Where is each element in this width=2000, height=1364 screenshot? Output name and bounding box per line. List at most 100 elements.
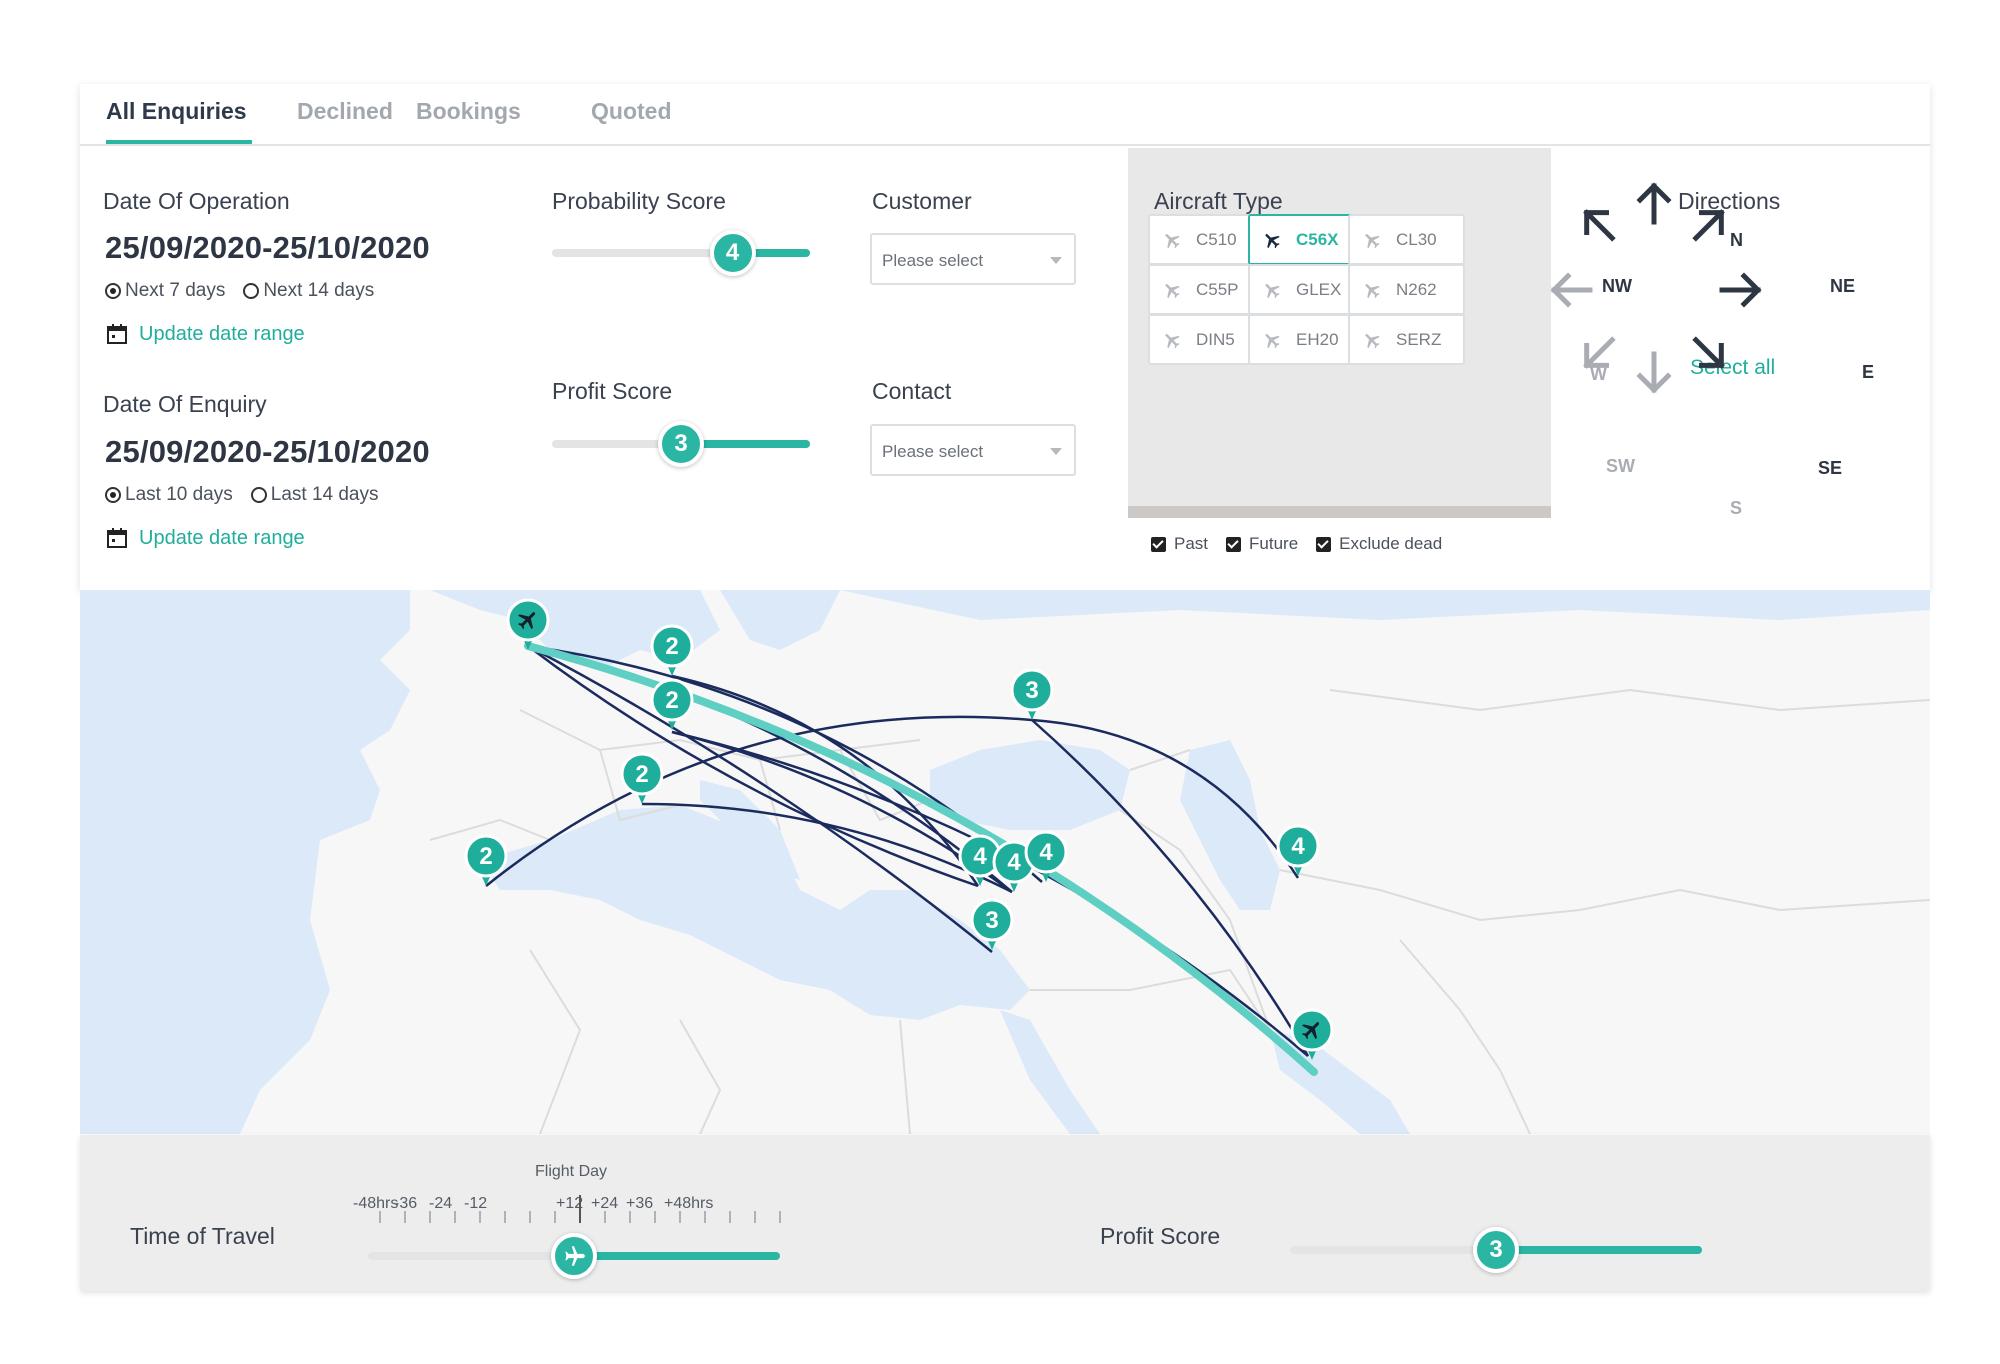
aircraft-panel-bar [1128,506,1551,518]
chevron-down-icon [1050,448,1062,455]
radio-next-7-days[interactable]: Next 7 days [105,280,225,302]
date-of-enquiry-range: 25/09/2020-25/10/2020 [105,434,430,469]
slider-fill [1496,1246,1702,1254]
routes-map-canvas[interactable]: 22 322 4 4 434 [80,590,1930,1134]
aircraft-type-label: Aircraft Type [1154,188,1283,214]
plane-knob-icon[interactable] [551,1233,597,1279]
arrow-w-icon[interactable] [1546,266,1594,314]
tab-all-enquiries[interactable]: All Enquiries [106,98,247,125]
plane-icon [565,1246,585,1266]
marker-count: 2 [479,843,492,870]
marker-count: 4 [973,843,987,870]
arrow-nw-icon[interactable] [1574,200,1622,248]
calendar-icon [107,528,127,548]
slider-knob[interactable]: 3 [658,421,704,467]
checkbox-future[interactable]: Future [1226,534,1298,554]
bottom-profit-score-slider[interactable]: 3 [1290,1227,1702,1273]
marker-count: 4 [1007,849,1021,876]
marker-count: 4 [1291,833,1305,860]
marker-count: 3 [1025,677,1038,704]
plane-icon [1362,330,1382,350]
calendar-icon [107,324,127,344]
contact-label: Contact [872,378,952,404]
profit-score-slider[interactable]: 3 [552,421,810,467]
aircraft-chip-n262[interactable]: N262 [1348,264,1465,315]
probability-score-slider[interactable]: 4 [552,230,810,276]
arrow-s-icon[interactable] [1630,350,1678,398]
checkbox-exclude-dead[interactable]: Exclude dead [1316,534,1442,554]
date-of-enquiry-label: Date Of Enquiry [103,391,267,417]
plane-icon [1265,333,1280,348]
routes-map[interactable]: 2232244434 [80,590,1930,1134]
slider-knob[interactable]: 4 [709,230,756,276]
tab-bookings[interactable]: Bookings [416,98,521,125]
tab-bar: All Enquiries Declined Bookings Quoted [80,84,1930,146]
aircraft-chip-cl30[interactable]: CL30 [1348,214,1465,265]
plane-icon [1162,230,1182,250]
flight-day-caption: Flight Day [535,1163,608,1180]
tab-quoted[interactable]: Quoted [591,98,672,125]
slider-knob[interactable]: 3 [1473,1227,1519,1273]
time-tick-marks [379,1195,781,1223]
marker-count: 2 [635,761,648,788]
chevron-down-icon [1050,257,1062,264]
update-operation-date-link[interactable]: Update date range [105,322,305,346]
aircraft-type-panel: Aircraft Type C510 C56X CL30 C55P GLEX N262 DI… [1128,148,1551,518]
arrow-ne-icon[interactable] [1686,200,1734,248]
time-of-travel-slider[interactable] [368,1233,780,1279]
arctic-ocean [840,590,1930,620]
plane-icon [1265,283,1280,298]
plane-icon [1162,330,1182,350]
checkbox-checked-icon [1151,536,1166,552]
plane-icon [1165,233,1180,248]
profit-score-label: Profit Score [552,378,673,404]
plane-icon [1365,333,1380,348]
arrow-n-icon[interactable] [1630,178,1678,226]
filter-card: All Enquiries Declined Bookings Quoted D… [80,84,1930,590]
date-of-operation-options: Next 7 days Next 14 days [105,280,374,302]
direction-sw-label: SW [1606,456,1635,476]
update-enquiry-date-link[interactable]: Update date range [105,526,305,550]
plane-icon [1362,280,1382,300]
direction-e-label: E [1862,362,1875,382]
plane-icon [1165,283,1180,298]
marker-count: 2 [665,687,678,714]
slider-fill [574,1252,780,1260]
direction-se-label: SE [1818,458,1843,478]
plane-icon [1262,230,1282,250]
plane-icon [1265,233,1280,248]
radio-selected-icon [105,487,121,503]
marker-count: 2 [665,633,678,660]
active-tab-indicator [106,140,252,144]
radio-last-10-days[interactable]: Last 10 days [105,484,233,506]
radio-unselected-icon [250,487,267,503]
time-of-travel-label: Time of Travel [130,1223,275,1249]
plane-icon [1162,280,1182,300]
direction-ne-label: NE [1830,276,1856,296]
bottom-profit-score-label: Profit Score [1100,1223,1221,1249]
arrow-sw-icon[interactable] [1574,330,1622,378]
status-checkboxes: Past Future Exclude dead [1151,534,1442,554]
radio-next-14-days[interactable]: Next 14 days [243,280,374,302]
plane-icon [1365,283,1380,298]
checkbox-past[interactable]: Past [1151,534,1208,554]
date-of-operation-label: Date Of Operation [103,188,290,214]
aircraft-chip-serz[interactable]: SERZ [1348,314,1465,365]
direction-s-label: S [1730,498,1743,518]
radio-unselected-icon [243,283,260,299]
plane-icon [1362,230,1382,250]
radio-selected-icon [105,283,121,299]
marker-count: 4 [1039,839,1053,866]
plane-icon [1262,280,1282,300]
arrow-e-icon[interactable] [1718,266,1766,314]
arrow-se-icon[interactable] [1686,330,1734,378]
contact-select[interactable]: Please select [870,424,1076,476]
customer-select[interactable]: Please select [870,233,1076,285]
marker-count: 3 [985,907,998,934]
direction-nw-label: NW [1602,276,1632,296]
plane-icon [1262,330,1282,350]
probability-score-label: Probability Score [552,188,726,214]
radio-last-14-days[interactable]: Last 14 days [250,484,379,506]
tab-declined[interactable]: Declined [297,98,393,125]
customer-label: Customer [872,188,972,214]
